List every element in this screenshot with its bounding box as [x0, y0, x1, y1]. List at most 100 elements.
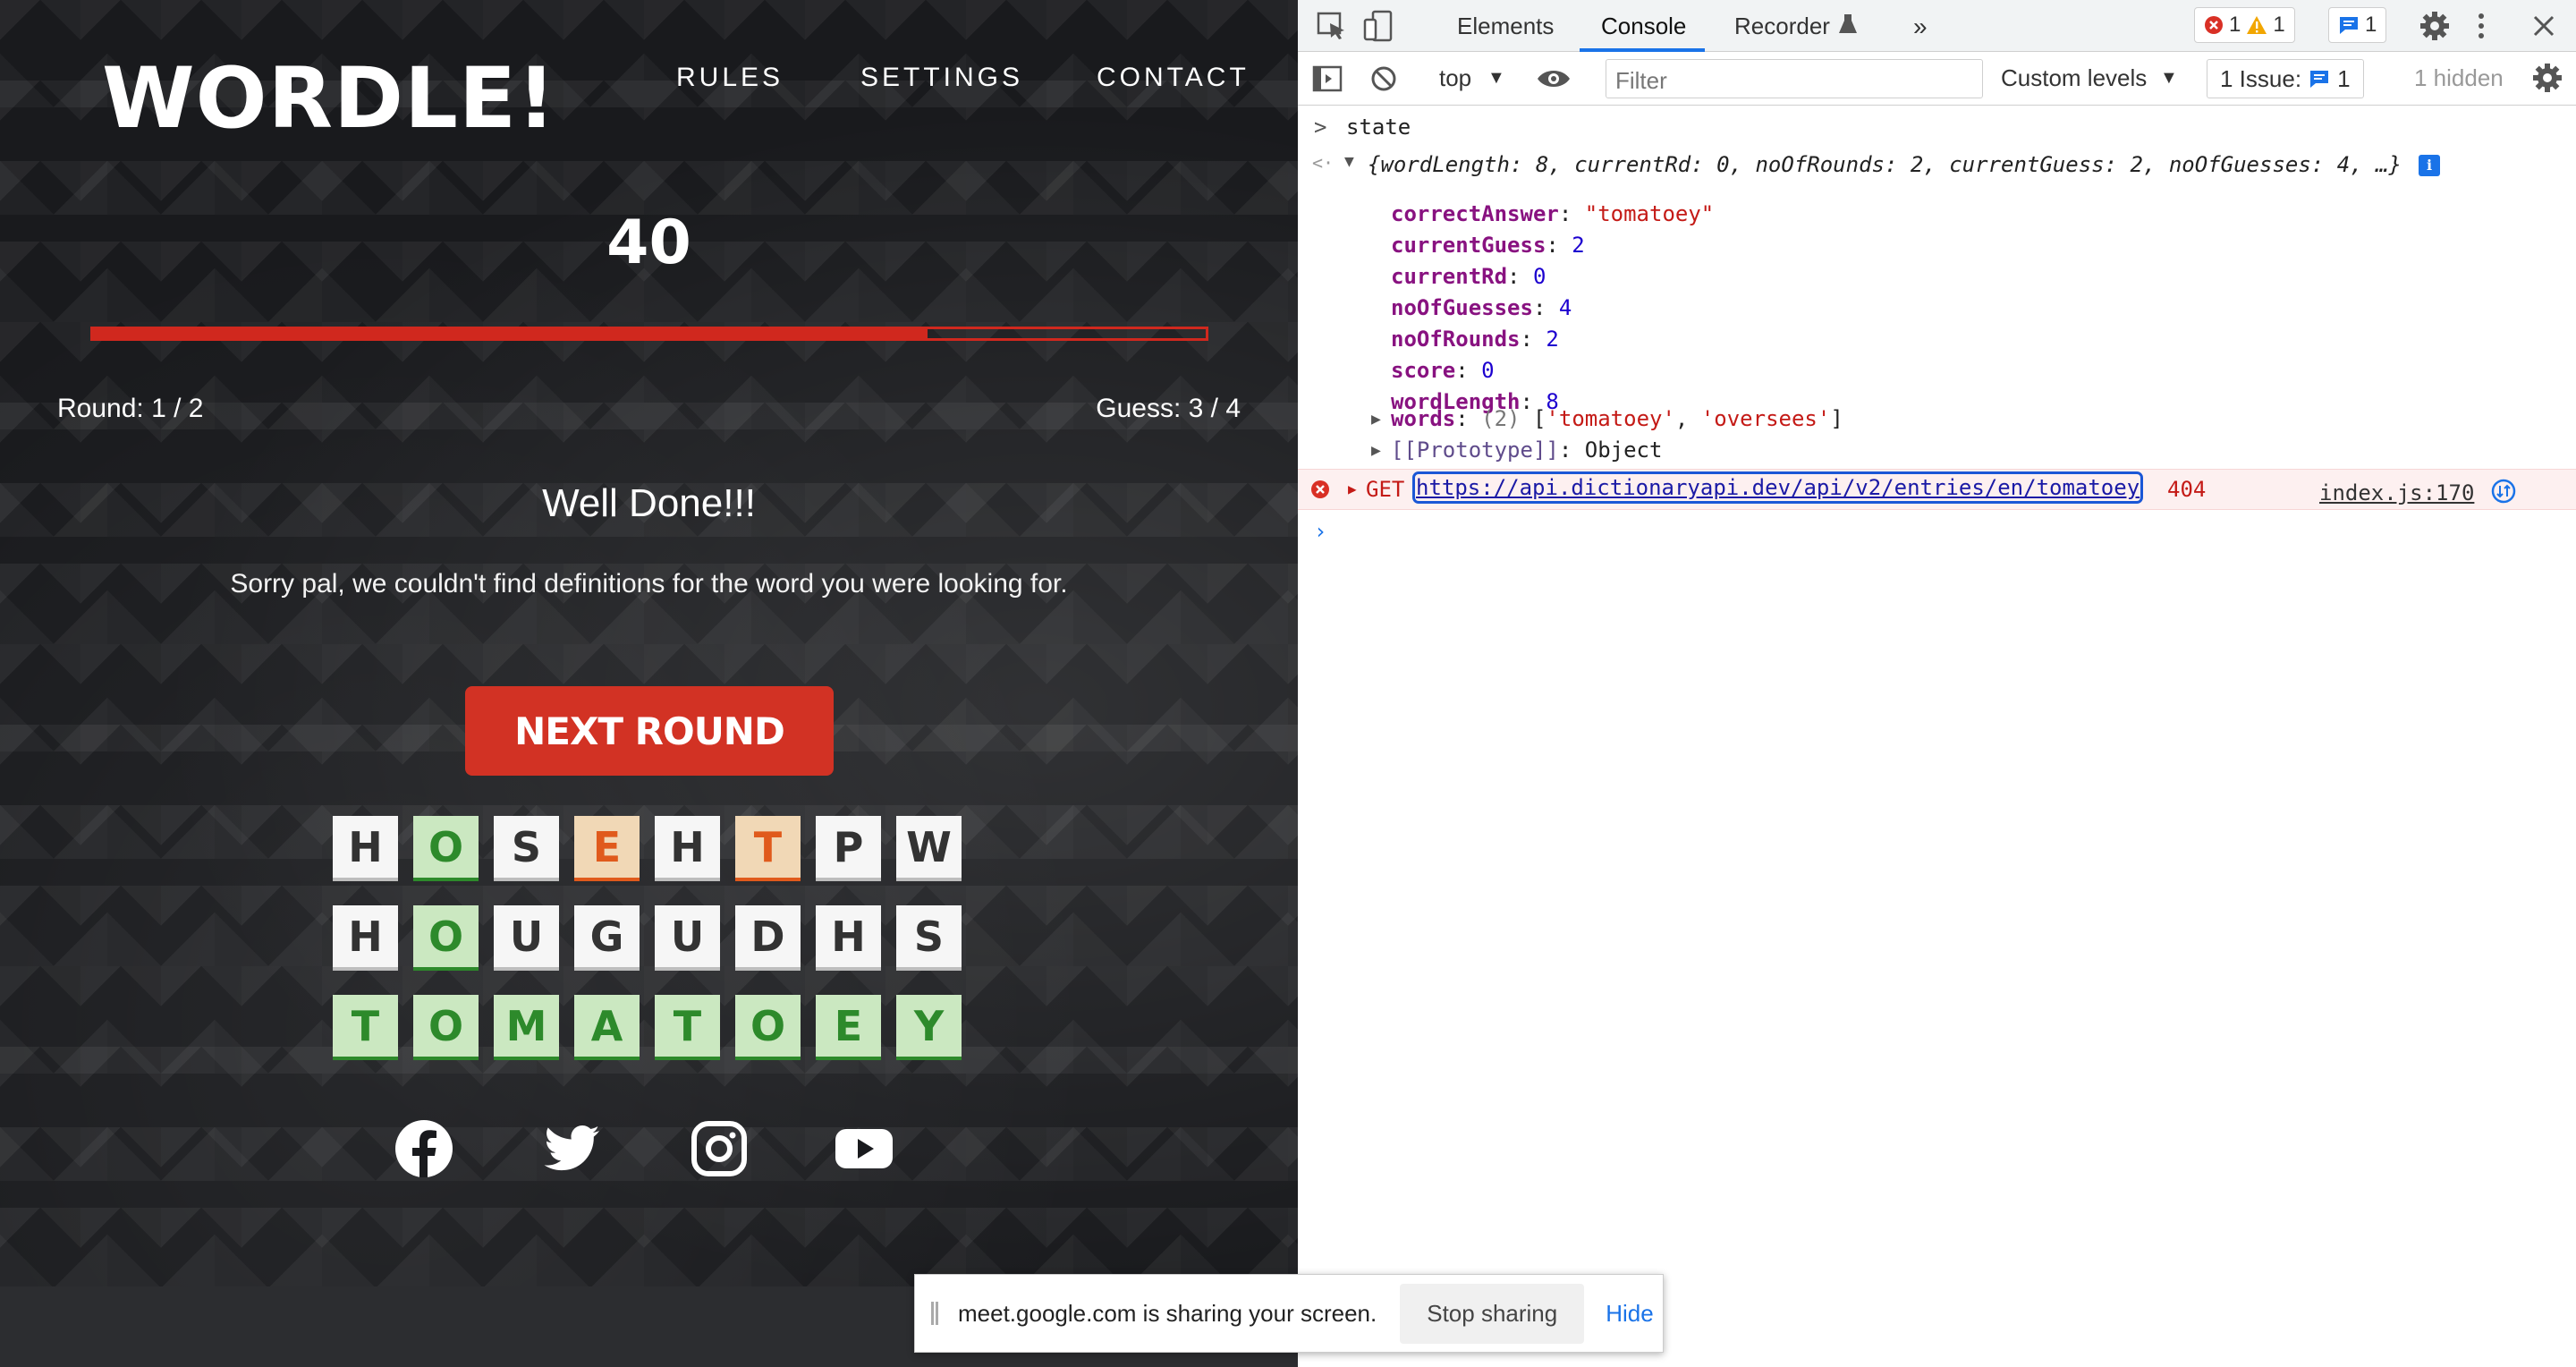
proto-expand-caret-icon[interactable]: ▶: [1371, 441, 1381, 460]
clear-console-icon[interactable]: [1369, 64, 1398, 93]
error-status: 404: [2167, 477, 2207, 502]
letter-tile-absent: H: [333, 816, 398, 881]
letter-tile-correct: M: [494, 995, 559, 1060]
property-value: 2: [1546, 327, 1559, 352]
words-expand-caret-icon[interactable]: ▶: [1371, 410, 1381, 429]
property-key: correctAnswer: [1391, 201, 1559, 226]
message-icon: [2340, 17, 2358, 34]
warning-count: 1: [2273, 13, 2285, 37]
input-prompt-icon: >: [1314, 115, 1327, 140]
letter-tile-correct: O: [735, 995, 801, 1060]
issues-button[interactable]: 1 Issue: 1: [2207, 59, 2364, 98]
next-round-button[interactable]: NEXT ROUND: [465, 686, 834, 776]
guess-row: HOSEHTPW: [333, 816, 962, 881]
words-property[interactable]: words: (2) ['tomatoey', 'oversees']: [1391, 406, 1843, 431]
property-key: currentGuess: [1391, 233, 1546, 258]
guess-row: HOUGUDHS: [333, 905, 962, 971]
object-property: currentRd: 0: [1391, 264, 1546, 289]
letter-tile-absent: D: [735, 905, 801, 971]
game-panel: WORDLE! RULES SETTINGS CONTACT 40 Round:…: [0, 0, 1298, 1286]
letter-tile-absent: W: [896, 816, 962, 881]
object-property: currentGuess: 2: [1391, 233, 1585, 258]
words-count: (2): [1481, 406, 1521, 431]
info-icon[interactable]: i: [2419, 155, 2440, 176]
object-property: noOfGuesses: 4: [1391, 295, 1572, 320]
network-request-icon[interactable]: [2491, 479, 2516, 504]
console-filter-input[interactable]: Filter: [1606, 59, 1983, 98]
timer-progress-fill: [93, 329, 928, 338]
inspect-element-icon[interactable]: [1316, 11, 1348, 41]
console-settings-gear-icon[interactable]: [2532, 63, 2563, 93]
nav-contact[interactable]: CONTACT: [1097, 63, 1250, 93]
tab-recorder[interactable]: Recorder: [1734, 13, 1830, 40]
prototype-property[interactable]: [[Prototype]]: Object: [1391, 437, 1662, 463]
message-count: 1: [2365, 13, 2377, 37]
letter-tile-absent: S: [896, 905, 962, 971]
error-source-link[interactable]: index.js:170: [2319, 480, 2474, 505]
devtools-tabbar: Elements Console Recorder » 1 1 1: [1298, 0, 2576, 52]
letter-tile-correct: T: [333, 995, 398, 1060]
nav-settings[interactable]: SETTINGS: [860, 63, 1023, 93]
error-row-icon: [1311, 480, 1329, 498]
live-expression-eye-icon[interactable]: [1536, 66, 1572, 91]
error-count-badge[interactable]: 1 1: [2194, 7, 2295, 43]
close-devtools-icon[interactable]: [2530, 13, 2557, 39]
hide-button[interactable]: Hide: [1606, 1300, 1653, 1328]
nav-rules[interactable]: RULES: [676, 63, 784, 93]
score: 40: [606, 208, 691, 278]
error-expand-caret-icon[interactable]: ▶: [1348, 480, 1357, 497]
console-toolbar: top ▼ Filter Custom levels ▼ 1 Issue: 1 …: [1298, 52, 2576, 106]
error-url-link[interactable]: https://api.dictionaryapi.dev/api/v2/ent…: [1411, 471, 2144, 504]
round-counter: Round: 1 / 2: [57, 394, 204, 423]
error-icon: [2205, 16, 2223, 34]
object-summary[interactable]: {wordLength: 8, currentRd: 0, noOfRounds…: [1368, 152, 2402, 177]
result-arrow-icon: <·: [1312, 152, 1335, 174]
letter-tile-absent: S: [494, 816, 559, 881]
letter-tile-absent: U: [655, 905, 720, 971]
letter-tile-correct: Y: [896, 995, 962, 1060]
instagram-icon[interactable]: [689, 1118, 750, 1179]
tab-console[interactable]: Console: [1601, 13, 1686, 40]
guess-counter: Guess: 3 / 4: [1096, 394, 1241, 423]
drag-handle-icon[interactable]: [931, 1302, 938, 1325]
kebab-menu-icon[interactable]: [2475, 11, 2487, 41]
context-dropdown-icon: ▼: [1487, 68, 1505, 88]
timer-progress-bar: [90, 327, 1208, 341]
letter-tile-correct: E: [816, 995, 881, 1060]
letter-tile-correct: T: [655, 995, 720, 1060]
letter-tile-absent: G: [574, 905, 640, 971]
property-value: 4: [1558, 295, 1572, 320]
letter-tile-absent: U: [494, 905, 559, 971]
error-method: GET: [1366, 477, 1405, 502]
letter-tile-correct: O: [413, 816, 479, 881]
settings-gear-icon[interactable]: [2419, 11, 2450, 41]
more-tabs-icon[interactable]: »: [1913, 13, 1928, 41]
share-status-text: meet.google.com is sharing your screen.: [958, 1299, 1377, 1327]
result-message: Sorry pal, we couldn't find definitions …: [230, 569, 1068, 599]
warning-icon: [2247, 16, 2267, 34]
object-property: noOfRounds: 2: [1391, 327, 1559, 352]
twitter-icon[interactable]: [542, 1118, 603, 1179]
letter-tile-absent: H: [816, 905, 881, 971]
letter-tile-present: E: [574, 816, 640, 881]
guess-board: HOSEHTPWHOUGUDHSTOMATOEY: [333, 816, 962, 1084]
property-value: 0: [1532, 264, 1546, 289]
facebook-icon[interactable]: [394, 1118, 454, 1179]
stop-sharing-button[interactable]: Stop sharing: [1400, 1283, 1585, 1344]
device-toolbar-icon[interactable]: [1362, 9, 1394, 43]
console-prompt-icon[interactable]: ›: [1314, 519, 1326, 544]
log-levels-dropdown[interactable]: Custom levels: [2001, 64, 2147, 92]
word-1: 'oversees': [1700, 406, 1831, 431]
sidebar-toggle-icon[interactable]: [1312, 64, 1343, 93]
flask-icon: [1839, 14, 1857, 33]
youtube-icon[interactable]: [834, 1118, 894, 1179]
word-0: 'tomatoey': [1546, 406, 1675, 431]
proto-key: [[Prototype]]: [1391, 437, 1559, 463]
context-selector[interactable]: top: [1439, 64, 1471, 92]
expand-caret-icon[interactable]: ▼: [1344, 152, 1354, 171]
message-count-badge[interactable]: 1: [2328, 7, 2387, 43]
tab-elements[interactable]: Elements: [1457, 13, 1554, 40]
levels-dropdown-icon: ▼: [2160, 68, 2178, 88]
object-property: score: 0: [1391, 358, 1495, 383]
property-value: 0: [1481, 358, 1495, 383]
